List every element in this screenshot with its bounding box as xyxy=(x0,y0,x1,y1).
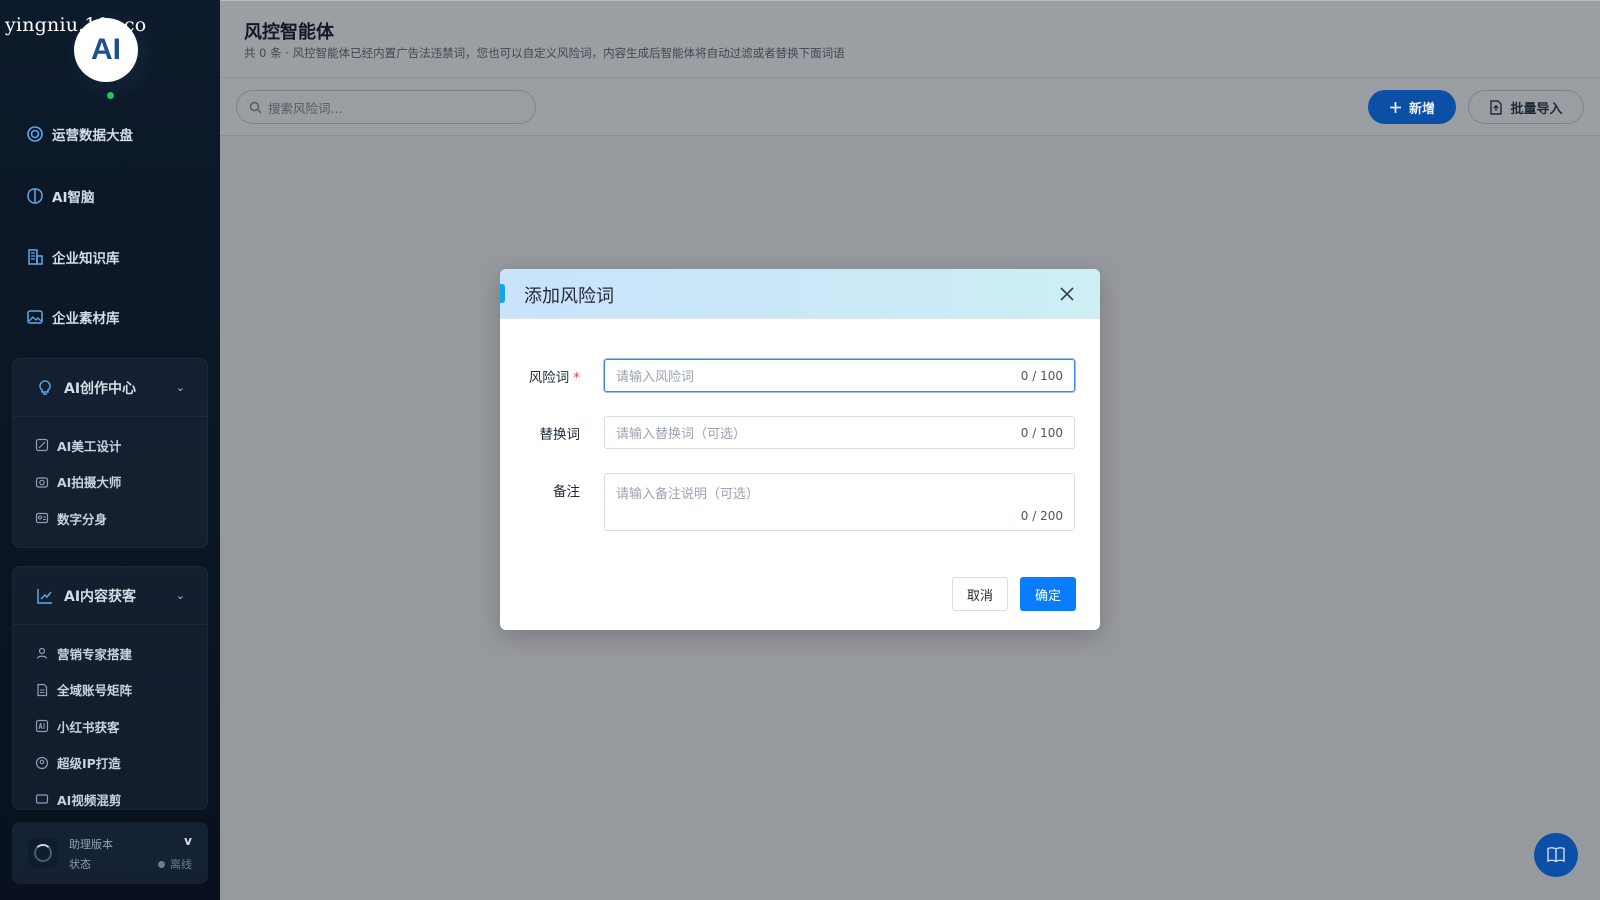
chevron-down-icon: ⌄ xyxy=(175,381,185,394)
add-button[interactable]: 新增 xyxy=(1368,90,1456,124)
close-button[interactable] xyxy=(1056,283,1078,305)
risk-word-input[interactable]: 请输入风险词 0 / 100 xyxy=(604,359,1075,392)
sidebar-item-label: 全域账号矩阵 xyxy=(57,683,133,699)
bulk-import-button[interactable]: 批量导入 xyxy=(1468,90,1584,124)
title-accent-bar xyxy=(500,284,505,303)
risk-word-placeholder: 请输入风险词 xyxy=(616,370,695,385)
confirm-button[interactable]: 确定 xyxy=(1020,577,1076,611)
dialog-header: 添加风险词 xyxy=(500,269,1100,319)
sidebar-item-ai-video[interactable]: AI视频混剪 xyxy=(13,781,207,809)
chart-line-icon xyxy=(37,588,52,604)
replacement-input[interactable]: 请输入替换词（可选） 0 / 100 xyxy=(604,416,1075,449)
help-docs-button[interactable] xyxy=(1534,833,1578,877)
sidebar-item-label: 企业素材库 xyxy=(52,311,120,327)
version-value: v xyxy=(184,834,192,848)
plus-icon xyxy=(1389,101,1401,113)
sidebar-item-knowledge-base[interactable]: 企业知识库 xyxy=(26,247,120,267)
page-description: 共 0 条 · 风控智能体已经内置广告法违禁词，您也可以自定义风险词，内容生成后… xyxy=(244,46,845,60)
brain-icon xyxy=(27,188,43,204)
sidebar-item-dashboard[interactable]: 运营数据大盘 xyxy=(26,124,133,144)
sidebar-item-label: 营销专家搭建 xyxy=(57,646,133,662)
book-icon xyxy=(1547,847,1565,863)
sidebar-item-label: 超级IP打造 xyxy=(57,756,121,772)
sidebar-item-label: AI视频混剪 xyxy=(57,792,122,808)
sidebar-item-ai-photo[interactable]: AI拍摄大师 xyxy=(13,464,207,501)
add-button-label: 新增 xyxy=(1408,101,1435,117)
replacement-placeholder: 请输入替换词（可选） xyxy=(616,427,747,442)
sidebar-item-xiaohongshu[interactable]: 小红书获客 xyxy=(13,708,207,745)
search-placeholder: 搜索风险词... xyxy=(268,100,343,116)
note-counter: 0 / 200 xyxy=(1020,509,1063,523)
chevron-down-icon: ⌄ xyxy=(175,589,185,602)
offline-dot-icon xyxy=(158,860,165,868)
toolbar: 搜索风险词... 新增 批量导入 xyxy=(220,77,1600,136)
loading-spinner-icon xyxy=(28,838,58,868)
group-toggle-ai-creation[interactable]: AI创作中心 ⌄ xyxy=(13,359,207,417)
note-textarea[interactable]: 请输入备注说明（可选） 0 / 200 xyxy=(604,473,1075,531)
sidebar-item-asset-library[interactable]: 企业素材库 xyxy=(26,307,120,327)
sidebar-item-label: 运营数据大盘 xyxy=(52,128,133,144)
cancel-button[interactable]: 取消 xyxy=(952,577,1008,611)
image-icon xyxy=(27,310,43,324)
sidebar-item-label: 小红书获客 xyxy=(57,719,120,735)
id-card-icon xyxy=(35,513,49,524)
building-icon xyxy=(28,249,43,265)
camera-icon xyxy=(35,477,49,488)
sidebar-item-label: AI拍摄大师 xyxy=(57,475,122,491)
avatar-icon xyxy=(35,756,49,769)
close-icon xyxy=(1060,287,1074,301)
lightbulb-icon xyxy=(39,379,51,395)
status-label: 状态 xyxy=(69,858,91,871)
page-header: 风控智能体 共 0 条 · 风控智能体已经内置广告法违禁词，您也可以自定义风险词… xyxy=(220,0,1600,77)
group-label: AI内容获客 xyxy=(64,588,137,605)
sidebar-item-ai-brain[interactable]: AI智脑 xyxy=(26,186,94,206)
search-input[interactable]: 搜索风险词... xyxy=(236,90,536,124)
watermark: yingniu.10v.co xyxy=(5,14,147,36)
sidebar-item-digital-avatar[interactable]: 数字分身 xyxy=(13,500,207,537)
page-title: 风控智能体 xyxy=(244,22,334,43)
required-mark: * xyxy=(573,370,580,386)
risk-word-label-text: 风险词 xyxy=(528,370,570,386)
sidebar-item-super-ip[interactable]: 超级IP打造 xyxy=(13,745,207,782)
sidebar-item-marketing-expert[interactable]: 营销专家搭建 xyxy=(13,635,207,672)
ai-badge-icon xyxy=(35,720,49,733)
replacement-label: 替换词 xyxy=(539,427,581,443)
video-icon xyxy=(35,794,49,804)
document-icon xyxy=(37,683,48,696)
bulk-import-label: 批量导入 xyxy=(1510,101,1563,117)
group-label: AI创作中心 xyxy=(64,380,137,397)
add-risk-word-dialog: 添加风险词 风险词 * 请输入风险词 0 / 100 替换词 请输入替换词（可选）… xyxy=(500,269,1100,630)
design-icon xyxy=(35,439,49,452)
note-placeholder: 请输入备注说明（可选） xyxy=(616,487,760,502)
sidebar-item-label: 企业知识库 xyxy=(52,251,120,267)
assistant-version-panel: 助理版本 v 状态 离线 xyxy=(12,822,208,884)
note-label: 备注 xyxy=(553,484,580,500)
status-value: 离线 xyxy=(170,858,192,871)
dashboard-icon xyxy=(27,126,43,142)
sidebar-item-account-matrix[interactable]: 全域账号矩阵 xyxy=(13,672,207,709)
online-status-dot xyxy=(105,90,116,101)
risk-word-counter: 0 / 100 xyxy=(1020,368,1063,383)
sidebar-item-label: AI智脑 xyxy=(52,190,95,206)
sidebar-item-label: AI美工设计 xyxy=(57,438,122,454)
group-toggle-ai-content[interactable]: AI内容获客 ⌄ xyxy=(13,567,207,625)
replacement-counter: 0 / 100 xyxy=(1020,425,1063,440)
search-icon xyxy=(249,101,262,113)
status-badge: 离线 xyxy=(158,856,192,872)
sidebar-group-ai-content: AI内容获客 ⌄ 营销专家搭建 全域账号矩阵 小红书获客 超级IP打造 AI视频… xyxy=(12,566,208,810)
user-icon xyxy=(36,648,48,660)
upload-file-icon xyxy=(1490,99,1503,115)
sidebar-item-ai-design[interactable]: AI美工设计 xyxy=(13,427,207,464)
sidebar-group-ai-creation: AI创作中心 ⌄ AI美工设计 AI拍摄大师 数字分身 xyxy=(12,358,208,548)
sidebar-item-label: 数字分身 xyxy=(57,511,108,527)
risk-word-label: 风险词 * xyxy=(500,366,580,386)
version-label: 助理版本 xyxy=(69,838,113,851)
dialog-title: 添加风险词 xyxy=(524,286,614,307)
sidebar: yingniu.10v.co AI 运营数据大盘 AI智脑 企业知识库 企业素材… xyxy=(0,0,220,900)
